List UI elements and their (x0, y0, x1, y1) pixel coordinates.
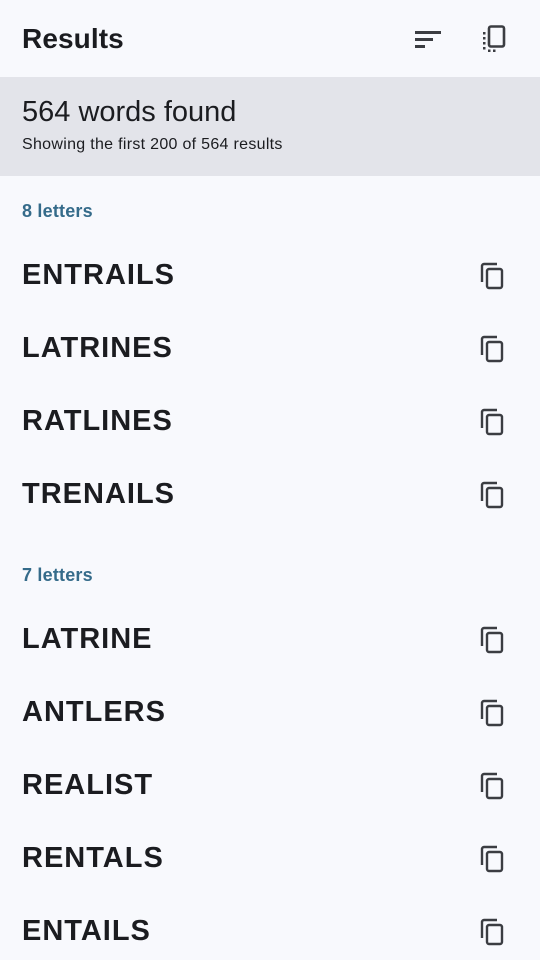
sort-button[interactable] (404, 15, 452, 63)
word-row[interactable]: LATRINE (0, 613, 540, 686)
results-count: 564 words found (22, 96, 237, 128)
copy-word-button[interactable] (470, 327, 514, 371)
top-app-bar: Results (0, 0, 540, 77)
copy-icon (480, 335, 504, 362)
copy-all-icon (483, 24, 506, 52)
word-text: LATRINES (22, 332, 173, 364)
copy-icon (480, 408, 504, 435)
copy-word-button[interactable] (470, 254, 514, 298)
word-text: RENTALS (22, 842, 164, 874)
copy-word-button[interactable] (470, 764, 514, 808)
word-row[interactable]: ANTLERS (0, 686, 540, 759)
copy-icon (480, 918, 504, 945)
copy-icon (480, 699, 504, 726)
word-text: ANTLERS (22, 696, 166, 728)
page-title: Results (22, 22, 124, 54)
word-row[interactable]: ENTRAILS (0, 249, 540, 322)
toolbar-actions (404, 15, 518, 63)
results-screen: Results 564 words found Showing the firs… (0, 0, 540, 960)
copy-word-button[interactable] (470, 837, 514, 881)
copy-icon (480, 626, 504, 653)
copy-word-button[interactable] (470, 691, 514, 735)
word-row[interactable]: LATRINES (0, 322, 540, 395)
copy-icon (480, 262, 504, 289)
word-row[interactable]: TRENAILS (0, 468, 540, 541)
copy-word-button[interactable] (470, 473, 514, 517)
section-7-letters: 7 letters LATRINE ANTLERS REALIST RENTAL… (0, 541, 540, 960)
word-row[interactable]: RENTALS (0, 832, 540, 905)
copy-icon (480, 481, 504, 508)
copy-icon (480, 772, 504, 799)
copy-word-button[interactable] (470, 618, 514, 662)
word-text: ENTAILS (22, 915, 151, 947)
copy-word-button[interactable] (470, 400, 514, 444)
word-text: REALIST (22, 769, 154, 801)
word-text: RATLINES (22, 405, 173, 437)
results-subtitle: Showing the first 200 of 564 results (22, 136, 283, 153)
word-row[interactable]: RATLINES (0, 395, 540, 468)
copy-icon (480, 845, 504, 872)
section-8-letters: 8 letters ENTRAILS LATRINES RATLINES TRE… (0, 176, 540, 541)
word-row[interactable]: ENTAILS (0, 905, 540, 960)
sort-icon (415, 30, 441, 48)
copy-word-button[interactable] (470, 910, 514, 954)
results-summary: 564 words found Showing the first 200 of… (0, 77, 540, 176)
word-row[interactable]: REALIST (0, 759, 540, 832)
copy-all-button[interactable] (470, 15, 518, 63)
word-text: LATRINE (22, 623, 153, 655)
word-text: TRENAILS (22, 478, 175, 510)
word-text: ENTRAILS (22, 259, 175, 291)
section-header: 7 letters (22, 565, 93, 585)
section-header: 8 letters (22, 201, 93, 221)
